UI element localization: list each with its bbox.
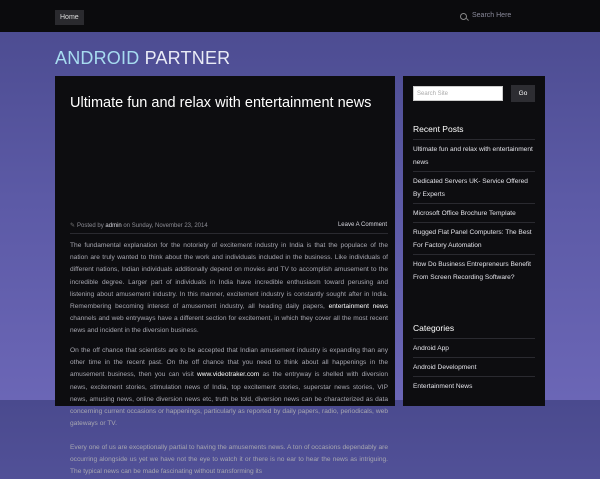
recent-post-link[interactable]: Rugged Flat Panel Computers: The Best Fo… (413, 226, 535, 252)
item-divider (413, 171, 535, 172)
top-bar: Home Search Here (0, 0, 600, 32)
top-search-input[interactable]: Search Here (472, 12, 511, 19)
post-paragraph-3: Every one of us are exceptionally partia… (70, 444, 388, 476)
recent-post-link[interactable]: Ultimate fun and relax with entertainmen… (413, 143, 535, 169)
p1-text-b: channels and web entryways have a differ… (70, 315, 388, 335)
sidebar-search-button[interactable]: Go (511, 85, 535, 102)
recent-posts-title: Recent Posts (413, 124, 464, 134)
p1-text-a: The fundamental explanation for the noto… (70, 242, 388, 311)
leave-comment-link[interactable]: Leave A Comment (338, 222, 387, 228)
post-title[interactable]: Ultimate fun and relax with entertainmen… (70, 94, 385, 112)
widget-divider (413, 338, 535, 339)
pencil-icon: ✎ (70, 223, 76, 229)
item-divider (413, 376, 535, 377)
divider (70, 233, 388, 234)
entertainment-news-link[interactable]: entertainment news (329, 303, 388, 310)
author-link[interactable]: admin (105, 223, 121, 229)
post-paragraph-2: On the off chance that scientists are to… (70, 345, 388, 430)
recent-post-link[interactable]: Microsoft Office Brochure Template (413, 207, 535, 220)
post-date: on Sunday, November 23, 2014 (121, 223, 208, 229)
categories-title: Categories (413, 323, 455, 333)
item-divider (413, 357, 535, 358)
videotraker-link[interactable]: www.videotraker.com (197, 371, 259, 378)
sidebar-search-input[interactable]: Search Site (413, 86, 503, 101)
post-paragraph-1: The fundamental explanation for the noto… (70, 240, 388, 338)
main-content: Ultimate fun and relax with entertainmen… (55, 76, 395, 475)
category-link[interactable]: Entertainment News (413, 380, 535, 393)
widget-divider (413, 139, 535, 140)
item-divider (413, 222, 535, 223)
category-link[interactable]: Android Development (413, 361, 535, 374)
sidebar: Search Site Go Recent Posts Ultimate fun… (403, 76, 545, 406)
recent-post-link[interactable]: How Do Business Entrepreneurs Benefit Fr… (413, 258, 535, 284)
site-title-primary[interactable]: ANDROID (55, 48, 139, 68)
search-icon[interactable] (460, 13, 467, 20)
item-divider (413, 203, 535, 204)
post-meta: ✎ Posted by admin on Sunday, November 23,… (70, 222, 208, 229)
nav-home-link[interactable]: Home (55, 10, 84, 25)
p2-text-b: as the entryway is shelled with diversio… (70, 371, 388, 428)
category-link[interactable]: Android App (413, 342, 535, 355)
item-divider (413, 254, 535, 255)
recent-post-link[interactable]: Dedicated Servers UK- Service Offered By… (413, 175, 535, 201)
meta-prefix: Posted by (77, 223, 106, 229)
site-title-secondary[interactable]: PARTNER (139, 48, 231, 68)
site-title[interactable]: ANDROID PARTNER (55, 48, 230, 69)
